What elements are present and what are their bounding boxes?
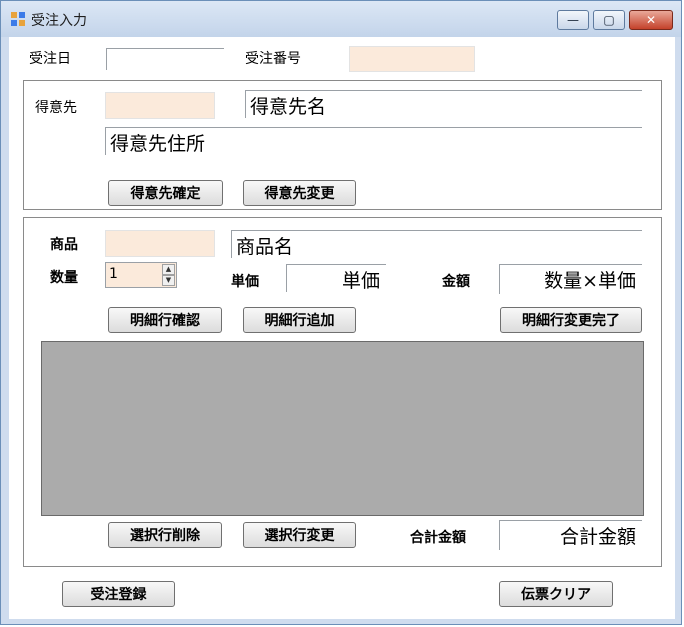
unit-price-field: 単価	[286, 264, 386, 292]
change-customer-button[interactable]: 得意先変更	[243, 180, 356, 206]
customer-name-field: 得意先名	[245, 90, 642, 118]
total-amount-label: 合計金額	[410, 530, 466, 546]
register-order-button[interactable]: 受注登録	[62, 581, 175, 607]
customer-address-field: 得意先住所	[105, 127, 642, 155]
window-title: 受注入力	[31, 13, 87, 29]
amount-field: 数量×単価	[499, 264, 642, 294]
order-number-label: 受注番号	[245, 51, 301, 67]
quantity-spinner[interactable]: 1 ▲ ▼	[105, 262, 177, 288]
order-date-input[interactable]	[106, 48, 224, 70]
customer-group: 得意先 得意先名 得意先住所 得意先確定 得意先変更	[23, 80, 662, 210]
change-selected-row-button[interactable]: 選択行変更	[243, 522, 356, 548]
customer-label: 得意先	[35, 100, 77, 116]
change-line-complete-button[interactable]: 明細行変更完了	[500, 307, 642, 333]
customer-code-input[interactable]	[105, 92, 215, 119]
order-date-label: 受注日	[29, 51, 71, 67]
app-icon	[11, 12, 25, 26]
confirm-line-button[interactable]: 明細行確認	[108, 307, 222, 333]
order-lines-grid[interactable]	[41, 341, 644, 516]
close-button[interactable]: ✕	[629, 10, 673, 30]
product-name-field: 商品名	[231, 230, 642, 258]
add-line-button[interactable]: 明細行追加	[243, 307, 356, 333]
amount-label: 金額	[442, 274, 470, 290]
unit-price-label: 単価	[231, 274, 259, 290]
spin-up-icon[interactable]: ▲	[162, 264, 175, 275]
minimize-button[interactable]: —	[557, 10, 589, 30]
spin-down-icon[interactable]: ▼	[162, 275, 175, 286]
total-amount-field: 合計金額	[499, 520, 642, 550]
form-client-area: 受注日 受注番号 得意先 得意先名 得意先住所 得意先確定 得意先変更 商品 商…	[9, 37, 675, 619]
clear-slip-button[interactable]: 伝票クリア	[499, 581, 613, 607]
main-window: 受注入力 — ▢ ✕ 受注日 受注番号 得意先 得意先名 得意先住所 得意先確定…	[0, 0, 682, 625]
title-bar[interactable]: 受注入力 — ▢ ✕	[1, 1, 681, 37]
quantity-value: 1	[109, 266, 118, 282]
quantity-label: 数量	[50, 270, 78, 286]
confirm-customer-button[interactable]: 得意先確定	[108, 180, 223, 206]
product-code-input[interactable]	[105, 230, 215, 257]
order-number-input[interactable]	[349, 46, 475, 72]
maximize-button[interactable]: ▢	[593, 10, 625, 30]
detail-group: 商品 商品名 数量 1 ▲ ▼ 単価 単価 金額 数量×単価 明細行確認 明細行…	[23, 217, 662, 567]
product-label: 商品	[50, 237, 78, 253]
delete-selected-row-button[interactable]: 選択行削除	[108, 522, 222, 548]
